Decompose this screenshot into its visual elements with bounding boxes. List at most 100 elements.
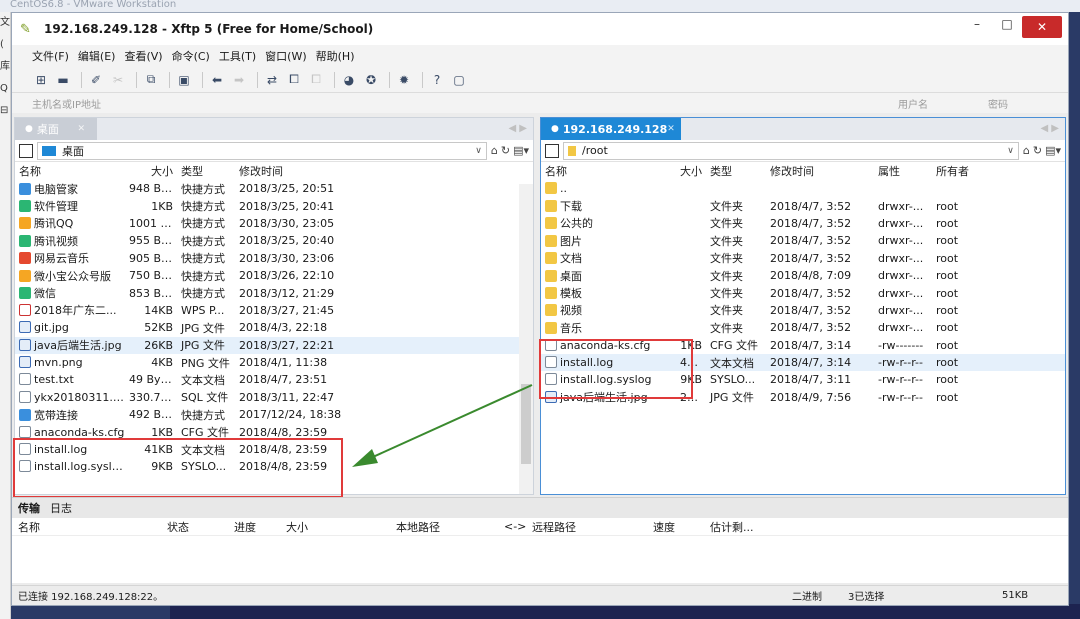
remote-path-input[interactable]: /root ∨ bbox=[563, 141, 1019, 160]
tab-close-icon[interactable]: ✕ bbox=[77, 124, 85, 134]
file-row[interactable]: 腾讯视频 955 By... 快捷方式 2018/3/25, 20:40 bbox=[15, 232, 533, 249]
column-header-progress[interactable]: 进度 bbox=[234, 519, 256, 535]
tab-nav-arrows-icon[interactable]: ◀ ▶ bbox=[1040, 123, 1059, 134]
view-menu-icon[interactable]: ▤▾ bbox=[1045, 144, 1061, 157]
file-row[interactable]: 软件管理 1KB 快捷方式 2018/3/25, 20:41 bbox=[15, 197, 533, 214]
column-header-eta[interactable]: 估计剩... bbox=[710, 519, 754, 535]
file-size bbox=[676, 215, 706, 232]
new-terminal-icon[interactable]: ⧉ bbox=[142, 71, 160, 89]
refresh-icon[interactable]: ↻ bbox=[1033, 144, 1042, 157]
file-icon bbox=[19, 443, 31, 456]
column-header-speed[interactable]: 速度 bbox=[653, 519, 675, 535]
column-header-remote-path[interactable]: 远程路径 bbox=[532, 519, 576, 535]
toolbar: ⊞ ▬ ✐ ✂ ⧉ ▣ ⬅ ➡ ⇄ ⧠ ⧠ ◕ ✪ ✹ ? ▢ bbox=[12, 67, 1068, 93]
file-row[interactable]: git.jpg 52KB JPG 文件 2018/4/3, 22:18 bbox=[15, 319, 533, 336]
disconnect-icon[interactable]: ✂ bbox=[109, 71, 127, 89]
file-row[interactable]: 视频 文件夹 2018/4/7, 3:52 drwxr-... root bbox=[541, 302, 1065, 319]
tab-transfer[interactable]: 传输 bbox=[18, 500, 40, 516]
file-row[interactable]: anaconda-ks.cfg 1KB CFG 文件 2018/4/7, 3:14 -r… bbox=[541, 337, 1065, 354]
maximize-button[interactable]: □ bbox=[992, 13, 1022, 35]
view-toggle-icon[interactable] bbox=[545, 143, 559, 158]
file-name: 2018年广东二... bbox=[15, 302, 125, 319]
file-row[interactable]: install.log 41KB 文本文档 2018/4/7, 3:14 -rw-r--… bbox=[541, 353, 1065, 372]
copy-icon[interactable]: ⧠ bbox=[285, 71, 303, 89]
title-bar[interactable]: ✎ 192.168.249.128 - Xftp 5 (Free for Hom… bbox=[12, 13, 1068, 45]
view-menu-icon[interactable]: ▤▾ bbox=[513, 144, 529, 157]
tab-close-icon[interactable]: ✕ bbox=[667, 124, 675, 134]
tab-log[interactable]: 日志 bbox=[50, 500, 72, 516]
tab-local-desktop[interactable]: ● 桌面 ✕ bbox=[15, 118, 97, 140]
menu-file[interactable]: 文件(F) bbox=[32, 48, 69, 64]
file-row[interactable]: 文档 文件夹 2018/4/7, 3:52 drwxr-... root bbox=[541, 250, 1065, 267]
menu-command[interactable]: 命令(C) bbox=[172, 48, 210, 64]
globe-icon[interactable]: ◕ bbox=[340, 71, 358, 89]
column-header-mtime[interactable]: 修改时间 bbox=[235, 162, 345, 180]
pin-icon[interactable]: ✪ bbox=[362, 71, 380, 89]
menu-tools[interactable]: 工具(T) bbox=[219, 48, 256, 64]
column-header-name[interactable]: 名称 bbox=[541, 162, 676, 180]
menu-edit[interactable]: 编辑(E) bbox=[78, 48, 116, 64]
file-name: 视频 bbox=[541, 302, 676, 319]
file-row[interactable]: 微信 853 By... 快捷方式 2018/3/12, 21:29 bbox=[15, 284, 533, 301]
column-header-attr[interactable]: 属性 bbox=[874, 162, 932, 180]
file-row[interactable]: 腾讯QQ 1001 B... 快捷方式 2018/3/30, 23:05 bbox=[15, 215, 533, 232]
tab-remote-host[interactable]: ● 192.168.249.128 ✕ bbox=[541, 118, 681, 140]
column-header-type[interactable]: 类型 bbox=[177, 162, 235, 180]
column-header-status[interactable]: 状态 bbox=[167, 519, 189, 535]
menu-help[interactable]: 帮助(H) bbox=[316, 48, 355, 64]
file-row[interactable]: mvn.png 4KB PNG 文件 2018/4/1, 11:38 bbox=[15, 354, 533, 371]
file-row[interactable]: 电脑管家 948 By... 快捷方式 2018/3/25, 20:51 bbox=[15, 180, 533, 197]
host-input[interactable]: 主机名或IP地址 bbox=[32, 96, 898, 111]
chat-icon[interactable]: ▢ bbox=[450, 71, 468, 89]
column-header-name[interactable]: 名称 bbox=[18, 519, 40, 535]
close-button[interactable]: ✕ bbox=[1022, 16, 1062, 38]
file-row[interactable]: 微小宝公众号版 750 By... 快捷方式 2018/3/26, 22:10 bbox=[15, 267, 533, 284]
file-row[interactable]: 图片 文件夹 2018/4/7, 3:52 drwxr-... root bbox=[541, 232, 1065, 249]
back-arrow-icon[interactable]: ⬅ bbox=[208, 71, 226, 89]
transfer-icon[interactable]: ▣ bbox=[175, 71, 193, 89]
file-row[interactable]: 公共的 文件夹 2018/4/7, 3:52 drwxr-... root bbox=[541, 215, 1065, 232]
column-header-owner[interactable]: 所有者 bbox=[932, 162, 990, 180]
column-header-size[interactable]: 大小 bbox=[286, 519, 308, 535]
file-row[interactable]: 音乐 文件夹 2018/4/7, 3:52 drwxr-... root bbox=[541, 319, 1065, 336]
chevron-down-icon[interactable]: ∨ bbox=[475, 146, 482, 156]
local-path-input[interactable]: 桌面 ∨ bbox=[37, 141, 487, 160]
home-icon[interactable]: ⌂ bbox=[1023, 144, 1030, 157]
file-row[interactable]: .. bbox=[541, 180, 1065, 197]
file-row[interactable]: java后端生活.jpg 26KB JPG 文件 2018/3/27, 22:21 bbox=[15, 336, 533, 354]
file-row[interactable]: install.log.syslog 9KB SYSLO... 2018/4/7, 3… bbox=[541, 371, 1065, 388]
view-toggle-icon[interactable] bbox=[19, 143, 33, 158]
new-session-icon[interactable]: ⊞ bbox=[32, 71, 50, 89]
forward-arrow-icon[interactable]: ➡ bbox=[230, 71, 248, 89]
settings-gear-icon[interactable]: ✹ bbox=[395, 71, 413, 89]
chevron-down-icon[interactable]: ∨ bbox=[1007, 146, 1014, 156]
connect-icon[interactable]: ✐ bbox=[87, 71, 105, 89]
home-icon[interactable]: ⌂ bbox=[491, 144, 498, 157]
column-header-type[interactable]: 类型 bbox=[706, 162, 766, 180]
menu-window[interactable]: 窗口(W) bbox=[265, 48, 306, 64]
column-header-name[interactable]: 名称 bbox=[15, 162, 125, 180]
help-icon[interactable]: ? bbox=[428, 71, 446, 89]
password-input[interactable]: 密码 bbox=[988, 96, 1068, 111]
column-header-size[interactable]: 大小 bbox=[125, 162, 177, 180]
file-name: install.log.syslog bbox=[541, 371, 676, 388]
column-header-direction[interactable]: <-> bbox=[504, 520, 526, 533]
column-header-mtime[interactable]: 修改时间 bbox=[766, 162, 874, 180]
column-header-size[interactable]: 大小 bbox=[676, 162, 706, 180]
refresh-icon[interactable]: ↻ bbox=[501, 144, 510, 157]
username-input[interactable]: 用户名 bbox=[898, 96, 988, 111]
minimize-button[interactable]: – bbox=[962, 13, 992, 35]
tab-nav-arrows-icon[interactable]: ◀ ▶ bbox=[508, 123, 527, 134]
menu-view[interactable]: 查看(V) bbox=[124, 48, 162, 64]
paste-icon[interactable]: ⧠ bbox=[307, 71, 325, 89]
transfer-mode[interactable]: 二进制 bbox=[792, 588, 822, 603]
open-folder-icon[interactable]: ▬ bbox=[54, 71, 72, 89]
sync-icon[interactable]: ⇄ bbox=[263, 71, 281, 89]
file-row[interactable]: 下载 文件夹 2018/4/7, 3:52 drwxr-... root bbox=[541, 197, 1065, 214]
file-row[interactable]: 模板 文件夹 2018/4/7, 3:52 drwxr-... root bbox=[541, 284, 1065, 301]
file-row[interactable]: 网易云音乐 905 By... 快捷方式 2018/3/30, 23:06 bbox=[15, 250, 533, 267]
column-header-local-path[interactable]: 本地路径 bbox=[396, 519, 440, 535]
file-row[interactable]: 桌面 文件夹 2018/4/8, 7:09 drwxr-... root bbox=[541, 267, 1065, 284]
file-row[interactable]: java后端生活.jpg 26KB JPG 文件 2018/4/9, 7:56 -rw-… bbox=[541, 389, 1065, 406]
file-row[interactable]: 2018年广东二... 14KB WPS P... 2018/3/27, 21:45 bbox=[15, 302, 533, 319]
